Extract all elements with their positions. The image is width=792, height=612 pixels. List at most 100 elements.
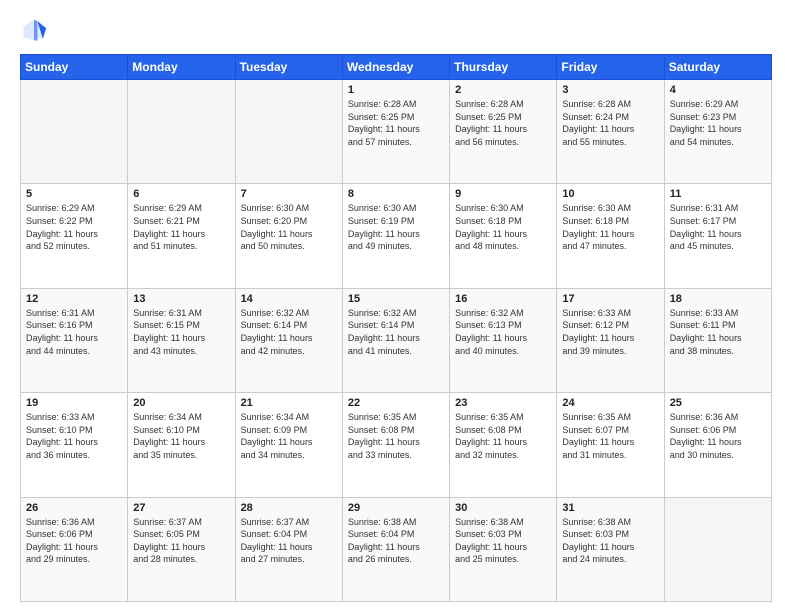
day-info: Sunrise: 6:30 AM Sunset: 6:18 PM Dayligh… [562, 202, 658, 252]
calendar-cell [21, 80, 128, 184]
calendar-cell: 15 Sunrise: 6:32 AM Sunset: 6:14 PM Dayli… [342, 288, 449, 392]
day-info: Sunrise: 6:30 AM Sunset: 6:18 PM Dayligh… [455, 202, 551, 252]
day-info: Sunrise: 6:34 AM Sunset: 6:10 PM Dayligh… [133, 411, 229, 461]
logo-icon [20, 16, 48, 44]
calendar-cell: 9Sunrise: 6:30 AM Sunset: 6:18 PM Daylig… [450, 184, 557, 288]
day-info: Sunrise: 6:33 AM Sunset: 6:11 PM Dayligh… [670, 307, 766, 357]
day-number: 23 [455, 397, 551, 409]
calendar-cell: 11Sunrise: 6:31 AM Sunset: 6:17 PM Dayli… [664, 184, 771, 288]
day-info: Sunrise: 6:35 AM Sunset: 6:08 PM Dayligh… [455, 411, 551, 461]
logo [20, 16, 52, 44]
day-number: 10 [562, 188, 658, 200]
calendar-cell: 13 Sunrise: 6:31 AM Sunset: 6:15 PM Dayli… [128, 288, 235, 392]
day-number: 30 [455, 502, 551, 514]
weekday-header-row: SundayMondayTuesdayWednesdayThursdayFrid… [21, 55, 772, 80]
calendar-cell: 7Sunrise: 6:30 AM Sunset: 6:20 PM Daylig… [235, 184, 342, 288]
calendar-cell: 18 Sunrise: 6:33 AM Sunset: 6:11 PM Dayli… [664, 288, 771, 392]
day-info: Sunrise: 6:38 AM Sunset: 6:03 PM Dayligh… [562, 516, 658, 566]
day-number: 31 [562, 502, 658, 514]
day-number: 13 [133, 293, 229, 305]
calendar-header: SundayMondayTuesdayWednesdayThursdayFrid… [21, 55, 772, 80]
day-info: Sunrise: 6:32 AM Sunset: 6:13 PM Dayligh… [455, 307, 551, 357]
calendar-cell: 21 Sunrise: 6:34 AM Sunset: 6:09 PM Dayli… [235, 393, 342, 497]
day-number: 28 [241, 502, 337, 514]
day-number: 2 [455, 84, 551, 96]
day-info: Sunrise: 6:32 AM Sunset: 6:14 PM Dayligh… [241, 307, 337, 357]
day-number: 20 [133, 397, 229, 409]
calendar-cell: 27 Sunrise: 6:37 AM Sunset: 6:05 PM Dayli… [128, 497, 235, 601]
calendar-week-5: 26Sunrise: 6:36 AM Sunset: 6:06 PM Dayli… [21, 497, 772, 601]
day-number: 6 [133, 188, 229, 200]
calendar-cell: 6 Sunrise: 6:29 AM Sunset: 6:21 PM Daylig… [128, 184, 235, 288]
calendar-cell: 24 Sunrise: 6:35 AM Sunset: 6:07 PM Dayli… [557, 393, 664, 497]
header [20, 16, 772, 44]
day-info: Sunrise: 6:34 AM Sunset: 6:09 PM Dayligh… [241, 411, 337, 461]
calendar-cell: 8 Sunrise: 6:30 AM Sunset: 6:19 PM Daylig… [342, 184, 449, 288]
calendar-week-3: 12 Sunrise: 6:31 AM Sunset: 6:16 PM Dayli… [21, 288, 772, 392]
day-number: 21 [241, 397, 337, 409]
day-number: 14 [241, 293, 337, 305]
weekday-header-monday: Monday [128, 55, 235, 80]
day-info: Sunrise: 6:29 AM Sunset: 6:21 PM Dayligh… [133, 202, 229, 252]
day-number: 18 [670, 293, 766, 305]
day-number: 17 [562, 293, 658, 305]
calendar-cell: 19Sunrise: 6:33 AM Sunset: 6:10 PM Dayli… [21, 393, 128, 497]
weekday-header-wednesday: Wednesday [342, 55, 449, 80]
day-number: 12 [26, 293, 122, 305]
day-info: Sunrise: 6:32 AM Sunset: 6:14 PM Dayligh… [348, 307, 444, 357]
calendar-cell: 1 Sunrise: 6:28 AM Sunset: 6:25 PM Daylig… [342, 80, 449, 184]
day-number: 25 [670, 397, 766, 409]
calendar-cell: 17Sunrise: 6:33 AM Sunset: 6:12 PM Dayli… [557, 288, 664, 392]
calendar-cell: 2 Sunrise: 6:28 AM Sunset: 6:25 PM Daylig… [450, 80, 557, 184]
calendar-cell: 10 Sunrise: 6:30 AM Sunset: 6:18 PM Dayli… [557, 184, 664, 288]
calendar-cell: 14 Sunrise: 6:32 AM Sunset: 6:14 PM Dayli… [235, 288, 342, 392]
day-number: 3 [562, 84, 658, 96]
day-number: 29 [348, 502, 444, 514]
calendar-cell: 3 Sunrise: 6:28 AM Sunset: 6:24 PM Daylig… [557, 80, 664, 184]
day-info: Sunrise: 6:28 AM Sunset: 6:24 PM Dayligh… [562, 98, 658, 148]
day-info: Sunrise: 6:30 AM Sunset: 6:20 PM Dayligh… [241, 202, 337, 252]
day-info: Sunrise: 6:36 AM Sunset: 6:06 PM Dayligh… [670, 411, 766, 461]
day-number: 24 [562, 397, 658, 409]
day-number: 15 [348, 293, 444, 305]
day-info: Sunrise: 6:35 AM Sunset: 6:07 PM Dayligh… [562, 411, 658, 461]
day-info: Sunrise: 6:37 AM Sunset: 6:04 PM Dayligh… [241, 516, 337, 566]
calendar-week-4: 19Sunrise: 6:33 AM Sunset: 6:10 PM Dayli… [21, 393, 772, 497]
calendar-cell [235, 80, 342, 184]
weekday-header-thursday: Thursday [450, 55, 557, 80]
calendar-cell: 31 Sunrise: 6:38 AM Sunset: 6:03 PM Dayli… [557, 497, 664, 601]
page: SundayMondayTuesdayWednesdayThursdayFrid… [0, 0, 792, 612]
calendar-week-1: 1 Sunrise: 6:28 AM Sunset: 6:25 PM Daylig… [21, 80, 772, 184]
day-number: 26 [26, 502, 122, 514]
day-info: Sunrise: 6:29 AM Sunset: 6:22 PM Dayligh… [26, 202, 122, 252]
calendar-cell: 29 Sunrise: 6:38 AM Sunset: 6:04 PM Dayli… [342, 497, 449, 601]
calendar-cell: 16 Sunrise: 6:32 AM Sunset: 6:13 PM Dayli… [450, 288, 557, 392]
calendar-body: 1 Sunrise: 6:28 AM Sunset: 6:25 PM Daylig… [21, 80, 772, 602]
day-info: Sunrise: 6:35 AM Sunset: 6:08 PM Dayligh… [348, 411, 444, 461]
calendar-cell: 28 Sunrise: 6:37 AM Sunset: 6:04 PM Dayli… [235, 497, 342, 601]
day-info: Sunrise: 6:38 AM Sunset: 6:04 PM Dayligh… [348, 516, 444, 566]
calendar-cell: 5Sunrise: 6:29 AM Sunset: 6:22 PM Daylig… [21, 184, 128, 288]
weekday-header-saturday: Saturday [664, 55, 771, 80]
day-info: Sunrise: 6:33 AM Sunset: 6:10 PM Dayligh… [26, 411, 122, 461]
day-info: Sunrise: 6:30 AM Sunset: 6:19 PM Dayligh… [348, 202, 444, 252]
calendar-cell [664, 497, 771, 601]
calendar-cell [128, 80, 235, 184]
day-info: Sunrise: 6:37 AM Sunset: 6:05 PM Dayligh… [133, 516, 229, 566]
day-number: 11 [670, 188, 766, 200]
day-info: Sunrise: 6:28 AM Sunset: 6:25 PM Dayligh… [348, 98, 444, 148]
day-number: 16 [455, 293, 551, 305]
day-info: Sunrise: 6:31 AM Sunset: 6:16 PM Dayligh… [26, 307, 122, 357]
calendar-cell: 12 Sunrise: 6:31 AM Sunset: 6:16 PM Dayli… [21, 288, 128, 392]
day-number: 22 [348, 397, 444, 409]
calendar-week-2: 5Sunrise: 6:29 AM Sunset: 6:22 PM Daylig… [21, 184, 772, 288]
day-number: 1 [348, 84, 444, 96]
calendar-cell: 25 Sunrise: 6:36 AM Sunset: 6:06 PM Dayli… [664, 393, 771, 497]
calendar-cell: 30Sunrise: 6:38 AM Sunset: 6:03 PM Dayli… [450, 497, 557, 601]
day-info: Sunrise: 6:29 AM Sunset: 6:23 PM Dayligh… [670, 98, 766, 148]
weekday-header-friday: Friday [557, 55, 664, 80]
day-info: Sunrise: 6:28 AM Sunset: 6:25 PM Dayligh… [455, 98, 551, 148]
day-number: 8 [348, 188, 444, 200]
day-number: 27 [133, 502, 229, 514]
day-info: Sunrise: 6:31 AM Sunset: 6:15 PM Dayligh… [133, 307, 229, 357]
